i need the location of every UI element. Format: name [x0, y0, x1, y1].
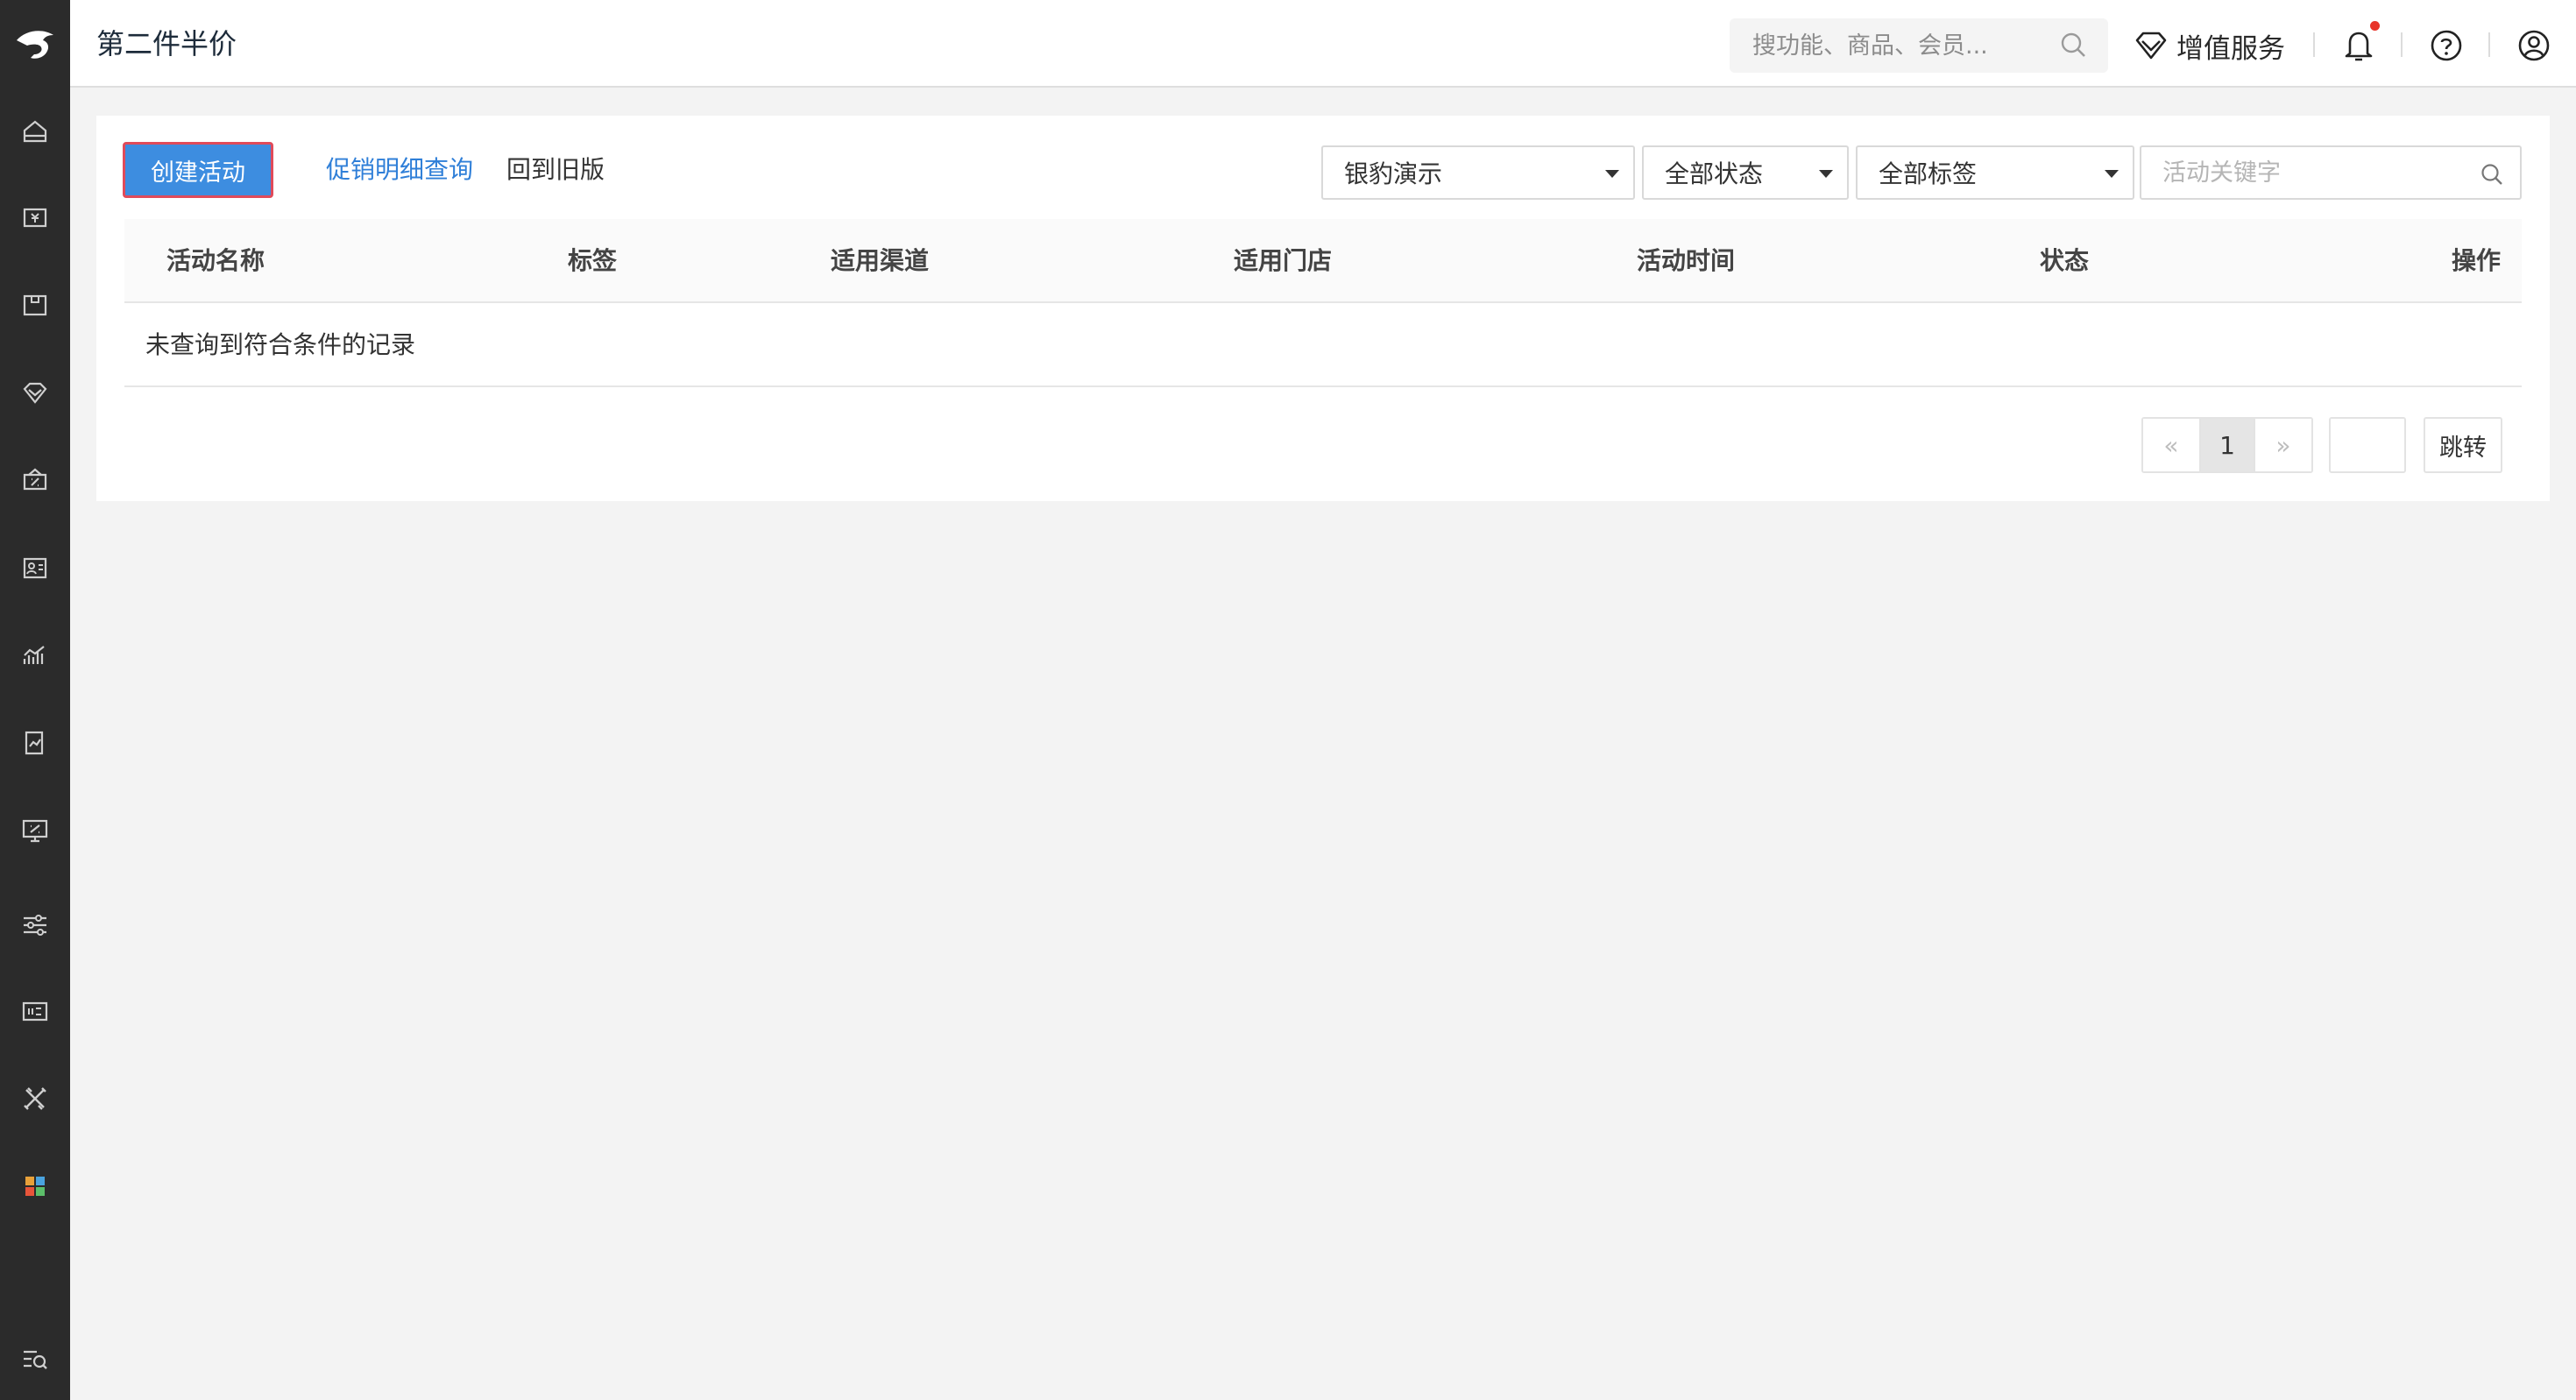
tools-icon	[24, 1087, 46, 1110]
tag-select-value: 全部标签	[1879, 159, 1978, 188]
prev-page-button[interactable]: «	[2143, 419, 2199, 471]
settings-sliders-icon	[24, 915, 46, 936]
chevron-down-icon	[1819, 170, 1833, 178]
goods-icon	[23, 294, 47, 316]
page-number-current[interactable]: 1	[2199, 419, 2255, 471]
global-search-box[interactable]	[1730, 18, 2108, 73]
header-divider	[2313, 32, 2315, 57]
activity-keyword-input[interactable]	[2141, 147, 2466, 198]
sidebar-item-tools[interactable]	[0, 1072, 70, 1125]
back-to-old-version-link[interactable]: 回到旧版	[506, 152, 605, 187]
sidebar-item-report[interactable]	[0, 629, 70, 682]
value-added-services-label: 增值服务	[2176, 32, 2285, 65]
sidebar-item-member[interactable]	[0, 366, 70, 419]
home-icon	[23, 120, 47, 143]
chevron-down-icon	[2105, 170, 2119, 178]
sidebar-item-menu-search[interactable]	[0, 1333, 70, 1386]
create-activity-button[interactable]: 创建活动	[123, 142, 273, 198]
staff-icon	[23, 557, 47, 579]
table-header: 活动名称 标签 适用渠道 适用门店 活动时间 状态 操作	[124, 219, 2522, 303]
status-select[interactable]: 全部状态	[1642, 145, 1849, 200]
member-icon	[23, 382, 47, 404]
online-store-icon	[22, 819, 48, 843]
next-page-button[interactable]: »	[2255, 419, 2311, 471]
report-icon	[23, 646, 45, 664]
column-header-store: 适用门店	[1234, 246, 1333, 275]
bell-icon	[2345, 32, 2373, 61]
panther-logo-icon	[17, 31, 53, 59]
cashier-icon	[23, 208, 47, 228]
column-header-channel: 适用渠道	[831, 246, 930, 275]
column-header-time: 活动时间	[1637, 246, 1736, 275]
search-icon[interactable]	[2059, 31, 2089, 60]
menu-search-icon	[24, 1350, 47, 1369]
jump-page-input[interactable]	[2329, 417, 2406, 473]
user-avatar-icon	[2518, 30, 2550, 61]
status-select-value: 全部状态	[1665, 159, 1764, 188]
sidebar-item-goods[interactable]	[0, 279, 70, 331]
column-header-status: 状态	[2040, 246, 2090, 275]
help-question-icon	[2431, 30, 2462, 61]
empty-message: 未查询到符合条件的记录	[145, 330, 416, 359]
sidebar-item-finance[interactable]	[0, 717, 70, 769]
sidebar-item-apps[interactable]	[0, 1160, 70, 1213]
global-search-input[interactable]	[1730, 18, 2045, 73]
brand-logo[interactable]	[0, 0, 70, 88]
column-header-tag: 标签	[568, 246, 618, 275]
finance-icon	[25, 731, 44, 755]
sidebar-item-device[interactable]	[0, 985, 70, 1037]
table-empty-row: 未查询到符合条件的记录	[124, 303, 2522, 387]
help-button[interactable]	[2425, 25, 2467, 67]
sidebar-item-settings[interactable]	[0, 899, 70, 951]
promotion-detail-query-link[interactable]: 促销明细查询	[326, 152, 473, 187]
chevron-down-icon	[1605, 170, 1619, 178]
store-select[interactable]: 银豹演示	[1321, 145, 1635, 200]
keyword-search-box[interactable]	[2140, 145, 2522, 200]
apps-icon	[25, 1177, 45, 1196]
column-header-name: 活动名称	[166, 246, 265, 275]
diamond-icon	[2135, 32, 2167, 60]
tag-select[interactable]: 全部标签	[1856, 145, 2134, 200]
store-select-value: 银豹演示	[1344, 159, 1443, 188]
device-icon	[22, 1001, 48, 1022]
marketing-icon	[23, 468, 47, 491]
header-divider	[2401, 32, 2403, 57]
sidebar-item-staff[interactable]	[0, 541, 70, 594]
promotion-list-card: 创建活动 促销明细查询 回到旧版 银豹演示 全部状态 全部标签 活动名称 标签 …	[96, 116, 2550, 501]
page-title: 第二件半价	[96, 27, 237, 60]
notification-badge-dot	[2370, 21, 2380, 31]
sidebar	[0, 0, 70, 1400]
value-added-services-button[interactable]: 增值服务	[2134, 21, 2285, 70]
sidebar-item-online-store[interactable]	[0, 804, 70, 857]
header-divider	[2488, 32, 2490, 57]
activity-table: 活动名称 标签 适用渠道 适用门店 活动时间 状态 操作 未查询到符合条件的记录	[124, 219, 2522, 387]
pagination: « 1 »	[2141, 417, 2313, 473]
notification-bell-button[interactable]	[2338, 25, 2380, 67]
search-icon[interactable]	[2480, 162, 2504, 187]
column-header-actions: 操作	[2452, 246, 2502, 275]
sidebar-item-cashier[interactable]	[0, 191, 70, 244]
jump-page-button[interactable]: 跳转	[2424, 417, 2502, 473]
sidebar-item-home[interactable]	[0, 105, 70, 158]
user-account-button[interactable]	[2513, 25, 2555, 67]
sidebar-item-marketing[interactable]	[0, 454, 70, 506]
